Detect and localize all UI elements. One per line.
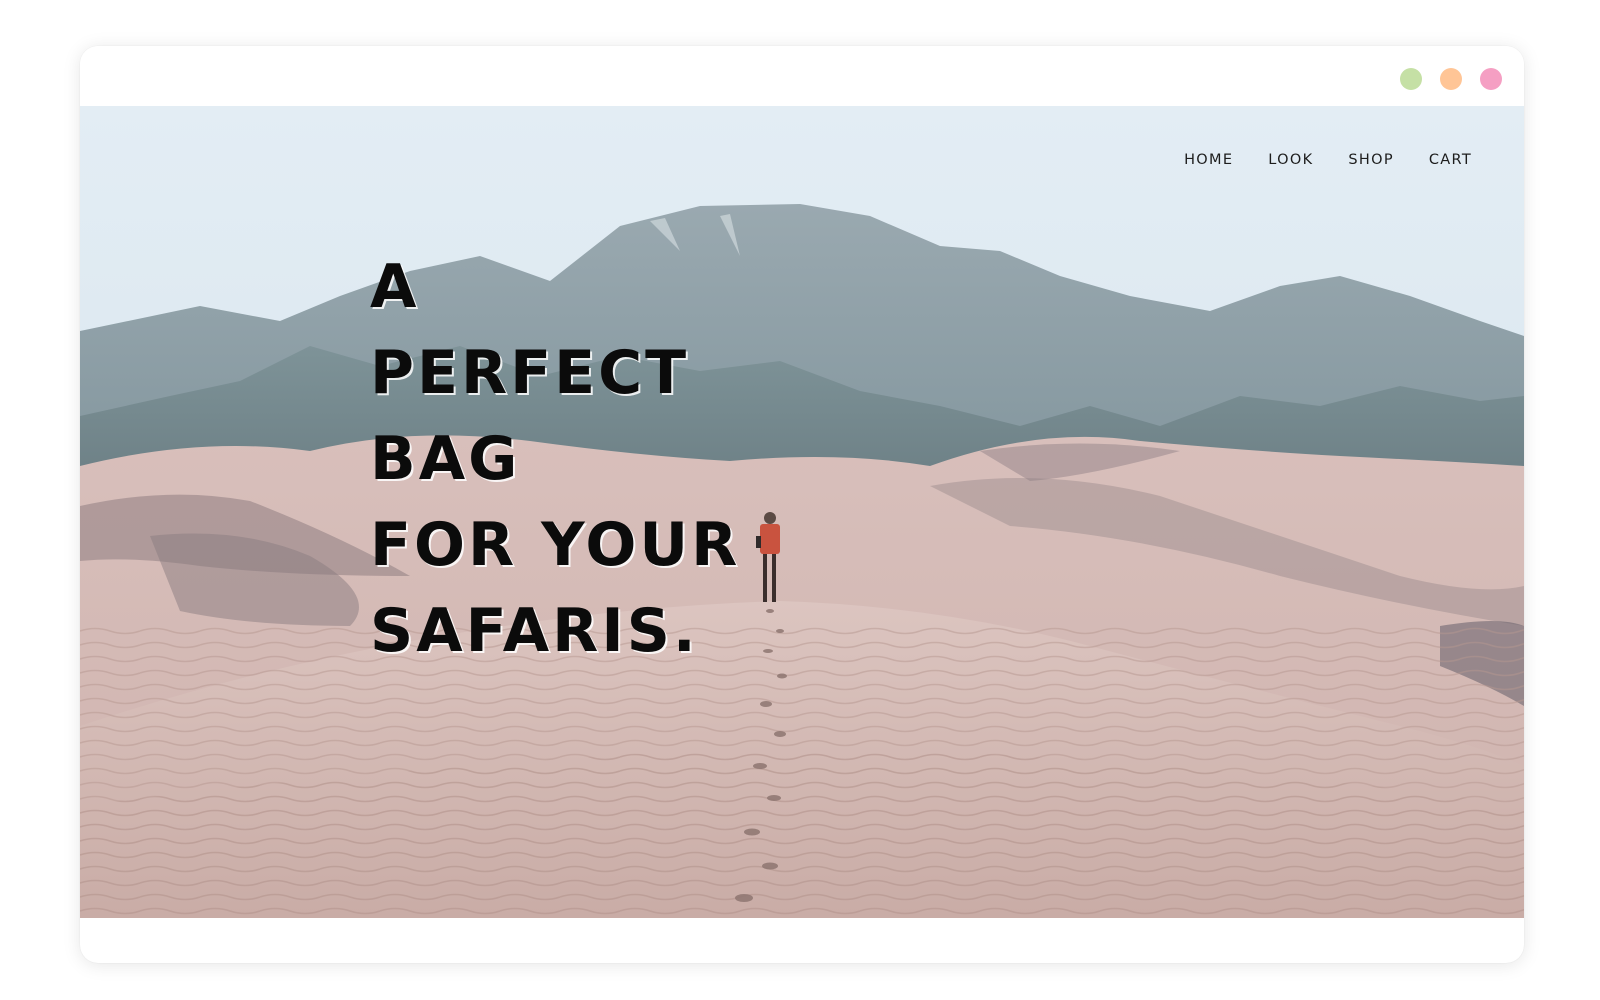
window-control-pink[interactable] [1480, 68, 1502, 90]
window-control-green[interactable] [1400, 68, 1422, 90]
main-nav: HOME LOOK SHOP CART [1184, 152, 1472, 168]
headline-line: SAFARIS. [370, 596, 699, 666]
window-control-orange[interactable] [1440, 68, 1462, 90]
nav-cart-link[interactable]: CART [1429, 152, 1472, 168]
browser-window: HOME LOOK SHOP CART A PERFECT BAG FOR YO… [80, 46, 1524, 963]
headline-line: FOR YOUR [370, 510, 741, 580]
window-titlebar [80, 46, 1524, 107]
hero-background-image [80, 106, 1524, 918]
window-controls [1400, 68, 1502, 90]
nav-home-link[interactable]: HOME [1184, 152, 1233, 168]
nav-look-link[interactable]: LOOK [1268, 152, 1313, 168]
headline-line: BAG [370, 424, 521, 494]
hero-headline: A PERFECT BAG FOR YOUR SAFARIS. [370, 244, 740, 674]
hero-section: HOME LOOK SHOP CART A PERFECT BAG FOR YO… [80, 106, 1524, 918]
headline-line: PERFECT [370, 338, 690, 408]
nav-shop-link[interactable]: SHOP [1348, 152, 1393, 168]
headline-line: A [370, 252, 420, 322]
